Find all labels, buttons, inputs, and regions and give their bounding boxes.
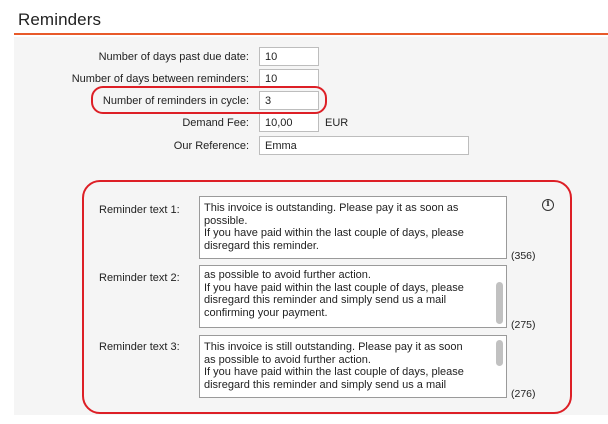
header-divider [14, 33, 608, 35]
reminders-in-cycle-highlight [91, 86, 327, 114]
our-reference-label: Our Reference: [173, 140, 249, 152]
page-title: Reminders [18, 10, 102, 29]
our-reference-input[interactable] [259, 136, 469, 155]
days-past-due-label: Number of days past due date: [98, 51, 249, 63]
section-header: Reminders [0, 0, 608, 38]
currency-label: EUR [325, 117, 349, 129]
demand-fee-label: Demand Fee: [182, 117, 249, 129]
reminder-texts-highlight [82, 180, 572, 414]
days-past-due-input[interactable] [259, 47, 319, 66]
demand-fee-input[interactable] [259, 113, 319, 132]
days-between-reminders-label: Number of days between reminders: [71, 73, 249, 85]
